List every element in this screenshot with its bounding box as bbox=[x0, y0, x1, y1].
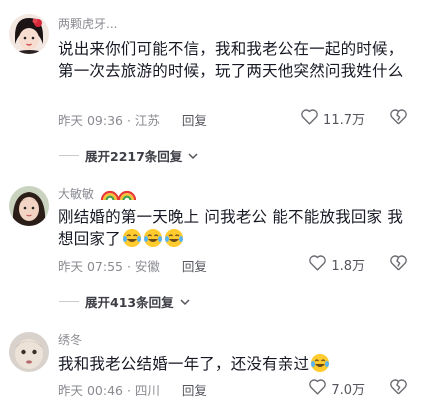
like-button[interactable]: 7.0万 bbox=[308, 378, 365, 399]
comment-text-body: 刚结婚的第一天晚上 问我老公 能不能放我回家 我想回家了 bbox=[58, 208, 404, 248]
rainbow-icon bbox=[100, 186, 136, 204]
like-count: 11.7万 bbox=[323, 113, 365, 128]
reply-button[interactable]: 回复 bbox=[182, 259, 207, 274]
tears-of-joy-emoji bbox=[163, 229, 184, 248]
expand-replies-button[interactable]: 展开2217条回复 bbox=[59, 146, 198, 165]
time-location: 昨天 09:36 · 江苏 bbox=[58, 113, 160, 128]
comment-item: 绣冬 我和我老公结婚一年了，还没有亲过 昨天 00:46 · 四川 回复 7.0万 bbox=[0, 320, 421, 406]
comment-meta: 昨天 09:36 · 江苏 回复 bbox=[58, 110, 207, 129]
chevron-down-icon bbox=[188, 148, 198, 163]
divider-dash bbox=[59, 155, 79, 156]
avatar[interactable] bbox=[9, 186, 49, 226]
comment-text: 说出来你们可能不信，我和我老公在一起的时候，第一次去旅游的时候，玩了两天他突然问… bbox=[58, 40, 404, 80]
username[interactable]: 大敏敏 bbox=[58, 185, 136, 204]
tears-of-joy-emoji bbox=[309, 354, 330, 373]
expand-replies-button[interactable]: 展开413条回复 bbox=[59, 292, 190, 311]
chevron-down-icon bbox=[180, 294, 190, 309]
broken-heart-icon bbox=[389, 379, 408, 399]
avatar[interactable] bbox=[9, 332, 49, 372]
dislike-button[interactable] bbox=[389, 254, 408, 275]
tears-of-joy-emoji bbox=[142, 229, 163, 248]
divider-dash bbox=[59, 301, 79, 302]
dislike-button[interactable] bbox=[389, 108, 408, 129]
heart-outline-icon bbox=[308, 378, 327, 399]
avatar[interactable] bbox=[9, 14, 49, 54]
like-count: 1.8万 bbox=[331, 259, 365, 274]
dislike-button[interactable] bbox=[389, 378, 408, 399]
expand-label: 展开413条回复 bbox=[85, 295, 174, 310]
broken-heart-icon bbox=[389, 255, 408, 275]
username-text: 大敏敏 bbox=[58, 187, 95, 201]
tears-of-joy-emoji bbox=[121, 229, 142, 248]
username[interactable]: 绣冬 bbox=[58, 331, 82, 348]
time-location: 昨天 07:55 · 安徽 bbox=[58, 259, 160, 274]
time-location: 昨天 00:46 · 四川 bbox=[58, 383, 160, 398]
heart-outline-icon bbox=[308, 254, 327, 275]
comment-text: 刚结婚的第一天晚上 问我老公 能不能放我回家 我想回家了 bbox=[58, 206, 410, 250]
broken-heart-icon bbox=[389, 109, 408, 129]
comment-text: 我和我老公结婚一年了，还没有亲过 bbox=[58, 353, 410, 375]
reply-button[interactable]: 回复 bbox=[182, 383, 207, 398]
comment-meta: 昨天 07:55 · 安徽 回复 bbox=[58, 256, 207, 275]
comment-meta: 昨天 00:46 · 四川 回复 bbox=[58, 380, 207, 399]
heart-outline-icon bbox=[300, 108, 319, 129]
expand-label: 展开2217条回复 bbox=[85, 149, 183, 164]
username[interactable]: 两颗虎牙... bbox=[58, 15, 117, 32]
like-button[interactable]: 11.7万 bbox=[300, 108, 365, 129]
like-count: 7.0万 bbox=[331, 383, 365, 398]
reply-button[interactable]: 回复 bbox=[182, 113, 207, 128]
comment-item: 大敏敏 刚结婚的第一天晚上 问我老公 能不能放我回家 我想回家了 昨天 07:5… bbox=[0, 170, 421, 310]
comment-text-body: 我和我老公结婚一年了，还没有亲过 bbox=[58, 355, 310, 373]
comment-item: 两颗虎牙... 说出来你们可能不信，我和我老公在一起的时候，第一次去旅游的时候，… bbox=[0, 0, 421, 164]
like-button[interactable]: 1.8万 bbox=[308, 254, 365, 275]
